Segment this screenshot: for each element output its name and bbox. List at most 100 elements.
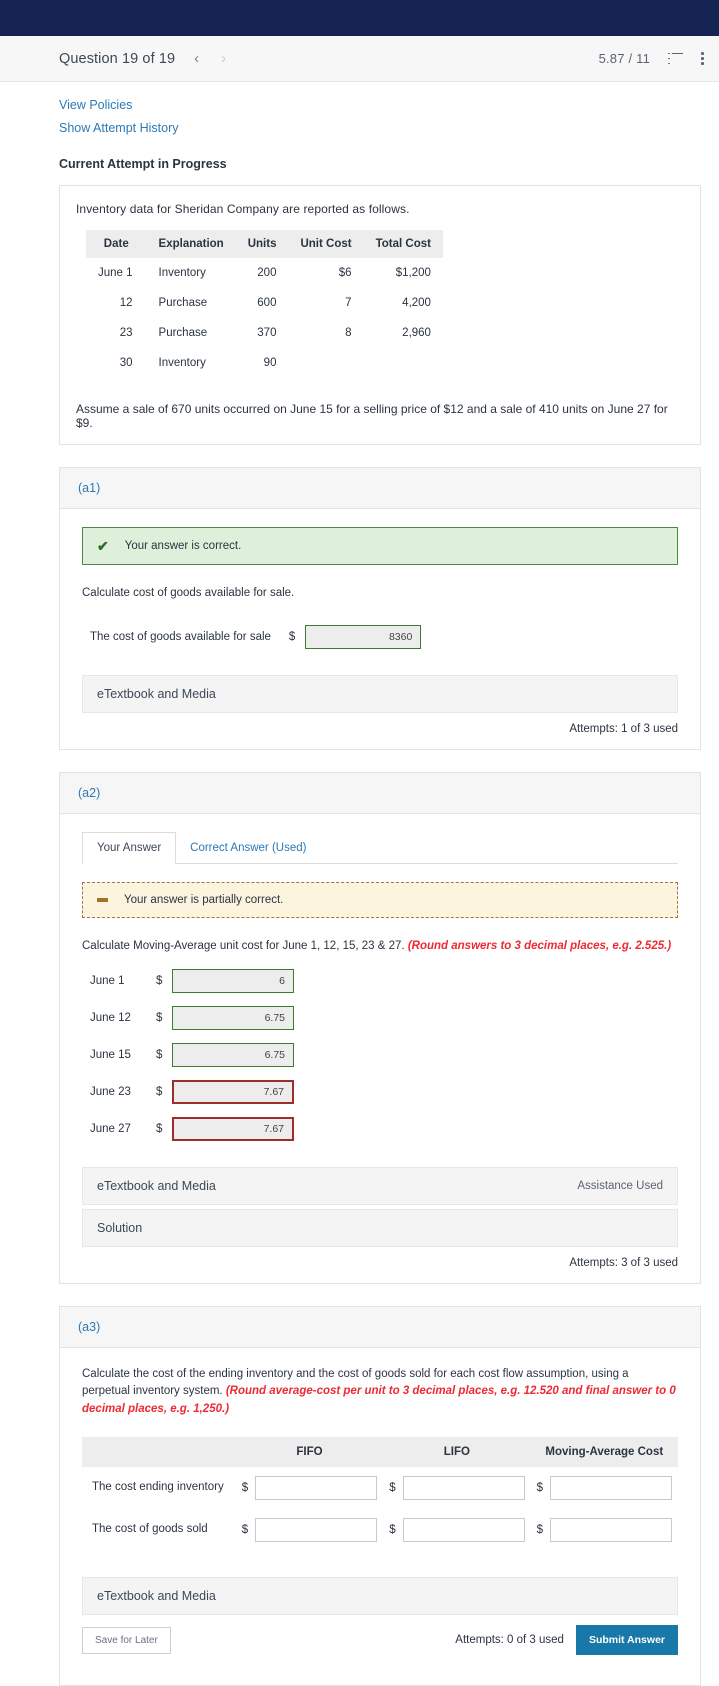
cell-units: 600 — [236, 288, 289, 318]
a1-answer-label: The cost of goods available for sale — [90, 631, 271, 643]
currency-symbol: $ — [156, 975, 172, 987]
tab-your-answer[interactable]: Your Answer — [82, 832, 176, 864]
etextbook-label: eTextbook and Media — [97, 1589, 216, 1603]
row-label-ending-inventory: The cost ending inventory — [82, 1467, 236, 1509]
col-date: Date — [86, 230, 147, 258]
question-header-bar: Question 19 of 19 ‹ › 5.87 / 11 — [0, 36, 719, 82]
currency-symbol: $ — [537, 1524, 543, 1536]
a3-button-row: Save for Later Attempts: 0 of 3 used Sub… — [82, 1625, 678, 1655]
table-row: 30 Inventory 90 — [86, 348, 443, 378]
cell-explanation: Inventory — [147, 258, 236, 288]
moving-average-input-june-15[interactable] — [172, 1043, 294, 1067]
row-date-label: June 12 — [90, 1012, 156, 1024]
row-date-label: June 15 — [90, 1049, 156, 1061]
cell-units: 370 — [236, 318, 289, 348]
col-lifo: LIFO — [383, 1437, 530, 1467]
assistance-used-label: Assistance Used — [577, 1180, 663, 1192]
currency-symbol: $ — [289, 631, 295, 643]
lifo-cogs-input[interactable] — [403, 1518, 525, 1542]
previous-question-icon[interactable]: ‹ — [194, 51, 199, 66]
a3-etextbook-strip[interactable]: eTextbook and Media — [82, 1577, 678, 1615]
moving-average-input-june-1[interactable] — [172, 969, 294, 993]
moving-average-input-june-27[interactable] — [172, 1117, 294, 1141]
cell-fifo-ending-inventory: $ — [236, 1467, 383, 1509]
cell-date: 12 — [86, 288, 147, 318]
a2-row-june-27: June 27 $ — [82, 1117, 678, 1141]
row-label-cost-of-goods-sold: The cost of goods sold — [82, 1509, 236, 1551]
table-header-row: FIFO LIFO Moving-Average Cost — [82, 1437, 678, 1467]
sale-assumption-text: Assume a sale of 670 units occurred on J… — [76, 402, 684, 430]
col-total-cost: Total Cost — [364, 230, 443, 258]
cost-flow-table: FIFO LIFO Moving-Average Cost The cost e… — [82, 1437, 678, 1551]
question-nav: ‹ › — [194, 51, 226, 66]
col-fifo: FIFO — [236, 1437, 383, 1467]
more-options-icon[interactable] — [701, 52, 705, 65]
a1-instruction: Calculate cost of goods available for sa… — [82, 585, 678, 603]
a1-attempts: Attempts: 1 of 3 used — [82, 723, 678, 735]
header-right-group: 5.87 / 11 — [599, 51, 705, 66]
cell-lifo-cogs: $ — [383, 1509, 530, 1551]
correct-answer-banner: ✔ Your answer is correct. — [82, 527, 678, 565]
a2-attempts: Attempts: 3 of 3 used — [82, 1257, 678, 1269]
table-header-row: Date Explanation Units Unit Cost Total C… — [86, 230, 443, 258]
moving-average-cogs-input[interactable] — [550, 1518, 672, 1542]
moving-average-ending-inventory-input[interactable] — [550, 1476, 672, 1500]
etextbook-label: eTextbook and Media — [97, 687, 216, 701]
cell-fifo-cogs: $ — [236, 1509, 383, 1551]
fifo-ending-inventory-input[interactable] — [255, 1476, 377, 1500]
a2-instruction-main: Calculate Moving-Average unit cost for J… — [82, 940, 405, 952]
a2-instruction: Calculate Moving-Average unit cost for J… — [82, 938, 678, 956]
problem-intro: Inventory data for Sheridan Company are … — [76, 202, 684, 216]
score-display: 5.87 / 11 — [599, 51, 650, 66]
currency-symbol: $ — [242, 1482, 248, 1494]
a2-solution-strip[interactable]: Solution — [82, 1209, 678, 1247]
a1-etextbook-strip[interactable]: eTextbook and Media — [82, 675, 678, 713]
currency-symbol: $ — [389, 1524, 395, 1536]
cell-unit-cost: 8 — [288, 318, 363, 348]
solution-label: Solution — [97, 1221, 142, 1235]
page-title: Question 19 of 19 — [59, 51, 175, 67]
part-a2: (a2) Your Answer Correct Answer (Used) Y… — [59, 772, 701, 1284]
table-row-ending-inventory: The cost ending inventory $ $ — [82, 1467, 678, 1509]
policy-links: View Policies Show Attempt History — [59, 96, 701, 135]
a2-row-june-1: June 1 $ — [82, 969, 678, 993]
show-attempt-history-link[interactable]: Show Attempt History — [59, 121, 701, 135]
moving-average-input-june-12[interactable] — [172, 1006, 294, 1030]
view-policies-link[interactable]: View Policies — [59, 98, 701, 112]
check-icon: ✔ — [97, 539, 109, 553]
cell-explanation: Purchase — [147, 318, 236, 348]
submit-answer-button[interactable]: Submit Answer — [576, 1625, 678, 1655]
moving-average-input-june-23[interactable] — [172, 1080, 294, 1104]
cost-of-goods-available-input[interactable] — [305, 625, 421, 649]
currency-symbol: $ — [156, 1123, 172, 1135]
cell-lifo-ending-inventory: $ — [383, 1467, 530, 1509]
question-list-icon[interactable] — [668, 53, 683, 65]
col-units: Units — [236, 230, 289, 258]
part-a3-label: (a3) — [60, 1307, 700, 1348]
cell-units: 90 — [236, 348, 289, 378]
cell-date: June 1 — [86, 258, 147, 288]
a2-row-june-15: June 15 $ — [82, 1043, 678, 1067]
a3-instruction: Calculate the cost of the ending invento… — [82, 1366, 678, 1419]
partially-correct-banner: Your answer is partially correct. — [82, 882, 678, 918]
lifo-ending-inventory-input[interactable] — [403, 1476, 525, 1500]
save-for-later-button[interactable]: Save for Later — [82, 1627, 171, 1654]
row-date-label: June 1 — [90, 975, 156, 987]
tab-correct-answer[interactable]: Correct Answer (Used) — [176, 833, 320, 863]
next-question-icon[interactable]: › — [221, 51, 226, 66]
cell-mac-ending-inventory: $ — [531, 1467, 678, 1509]
part-a3: (a3) Calculate the cost of the ending in… — [59, 1306, 701, 1686]
row-date-label: June 27 — [90, 1123, 156, 1135]
cell-unit-cost: 7 — [288, 288, 363, 318]
cell-total-cost: 2,960 — [364, 318, 443, 348]
currency-symbol: $ — [389, 1482, 395, 1494]
banner-text: Your answer is correct. — [125, 540, 242, 552]
fifo-cogs-input[interactable] — [255, 1518, 377, 1542]
currency-symbol: $ — [242, 1524, 248, 1536]
cell-total-cost: $1,200 — [364, 258, 443, 288]
a2-etextbook-strip[interactable]: eTextbook and Media Assistance Used — [82, 1167, 678, 1205]
a2-instruction-red: (Round answers to 3 decimal places, e.g.… — [408, 940, 671, 952]
inventory-data-table: Date Explanation Units Unit Cost Total C… — [86, 230, 443, 378]
a2-row-june-23: June 23 $ — [82, 1080, 678, 1104]
currency-symbol: $ — [156, 1012, 172, 1024]
